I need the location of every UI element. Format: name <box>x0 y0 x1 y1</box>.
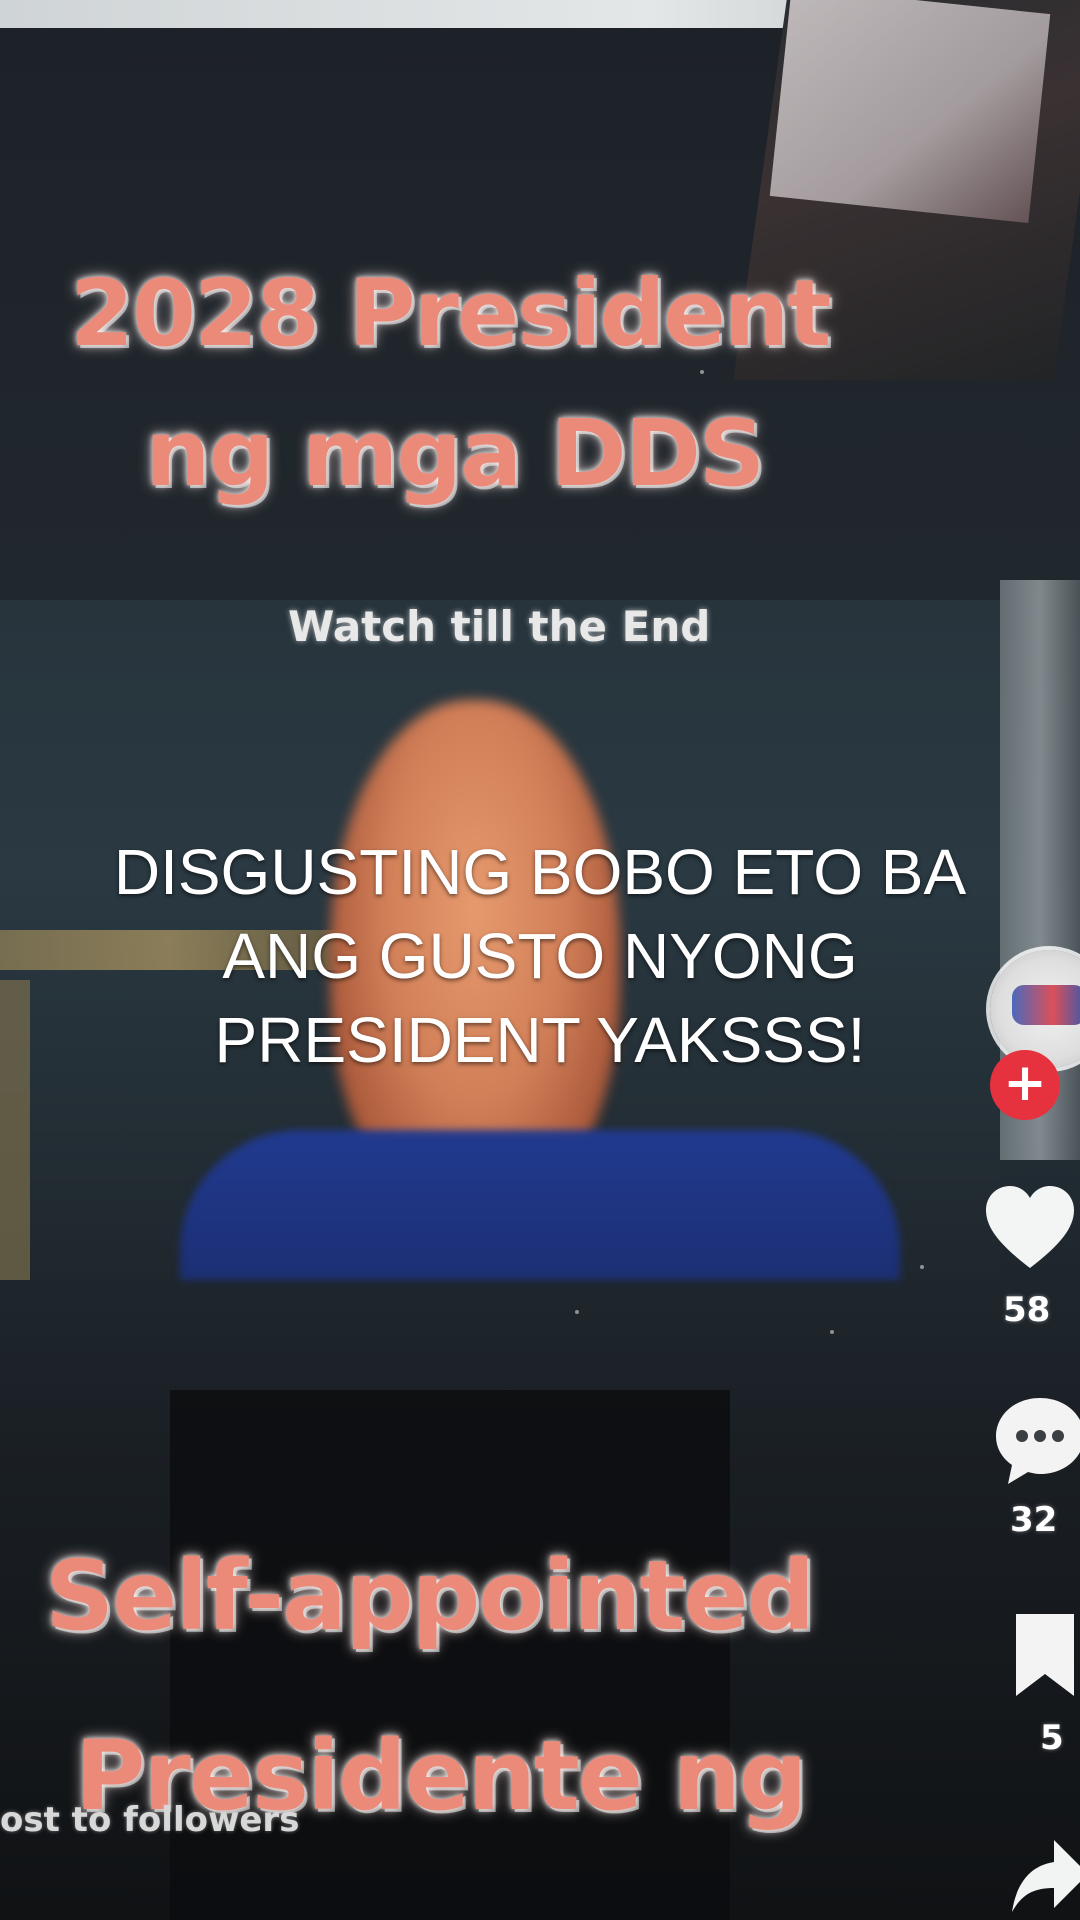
caption-text: DISGUSTING BOBO ETO BA ANG GUSTO NYONG P… <box>113 836 967 1076</box>
saves-count: 5 <box>1040 1718 1064 1758</box>
share-icon[interactable] <box>1010 1830 1080 1920</box>
background-paper <box>769 0 1051 224</box>
comment-icon[interactable] <box>990 1390 1080 1490</box>
heart-icon[interactable] <box>980 1180 1080 1280</box>
post-to-followers-text: ost to followers <box>0 1800 300 1840</box>
avatar-logo <box>1012 985 1080 1025</box>
dust-speck <box>700 370 704 374</box>
top-headline-line-1: 2028 President <box>70 260 831 367</box>
top-headline-line-2: ng mga DDS <box>145 400 765 507</box>
dust-speck <box>575 1310 579 1314</box>
video-frame: 2028 President ng mga DDS Watch till the… <box>0 0 1080 1920</box>
bookmark-icon[interactable] <box>1010 1610 1080 1700</box>
background-left-frame <box>0 980 30 1280</box>
comments-count: 32 <box>1010 1500 1058 1540</box>
subtitle-text: Watch till the End <box>288 602 711 651</box>
dust-speck <box>920 1265 924 1269</box>
likes-count: 58 <box>1003 1290 1051 1330</box>
dust-speck <box>830 1330 834 1334</box>
background-dark-panel <box>170 1390 730 1920</box>
person-shirt <box>180 1130 900 1280</box>
follow-plus-icon[interactable]: + <box>990 1050 1060 1120</box>
bottom-headline-line-1: Self-appointed <box>45 1540 815 1652</box>
